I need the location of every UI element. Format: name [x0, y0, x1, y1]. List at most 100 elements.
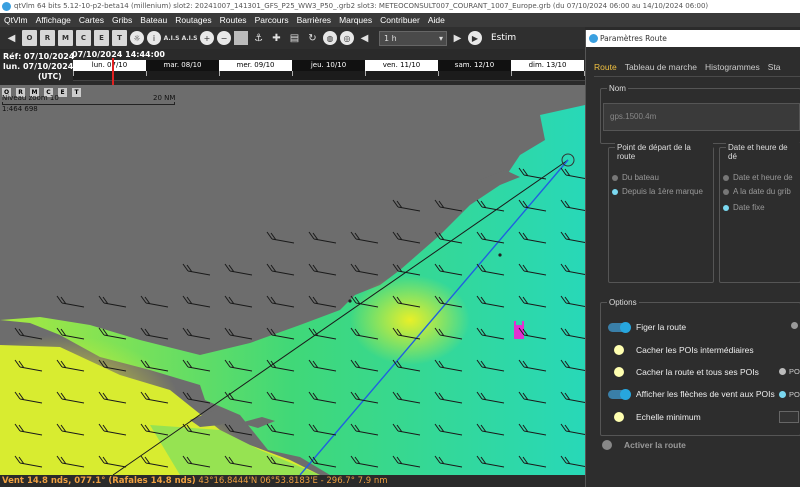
tab-route[interactable]: Route [594, 62, 617, 72]
tick [146, 71, 147, 76]
day-segment[interactable]: jeu. 10/10 [292, 60, 365, 71]
route-name-field[interactable]: gps.1500.4m [603, 103, 800, 131]
date-option-fixed[interactable]: Date fixe [723, 203, 765, 212]
option-min-scale-label: Echelle minimum [636, 412, 701, 422]
tick [438, 71, 439, 76]
start-from-first-mark[interactable]: Depuis la 1ère marque [612, 187, 703, 196]
date-option-grib[interactable]: A la date du grib [723, 187, 791, 196]
reference-date: Réf: 07/10/2024 [3, 52, 75, 61]
start-from-boat[interactable]: Du bateau [612, 173, 659, 182]
radio-icon [612, 174, 618, 181]
boat-icon[interactable]: ⚓ [251, 30, 266, 46]
cursor-time: 07/10/2024 14:44:00 [72, 50, 165, 59]
prev-step-icon[interactable]: ◀ [357, 30, 372, 46]
refresh-icon[interactable]: ↻ [305, 30, 320, 46]
day-bar[interactable]: lun. 07/10 mar. 08/10 mer. 09/10 jeu. 10… [73, 60, 585, 71]
toggle-o-button[interactable]: O [22, 30, 37, 46]
menu-routes[interactable]: Routes [220, 15, 247, 25]
tab-stats[interactable]: Sta [768, 62, 781, 72]
tab-tableau-de-marche[interactable]: Tableau de marche [625, 62, 697, 72]
side-toggle[interactable] [791, 322, 798, 329]
map-view[interactable]: O R M C E T Niveau zoom 10 20 NM 1:464 6… [0, 85, 585, 475]
option-hide-route[interactable]: Cacher la route et tous ses POIs [608, 367, 759, 377]
day-segment[interactable]: dim. 13/10 [511, 60, 584, 71]
menu-affichage[interactable]: Affichage [36, 15, 71, 25]
day-segment[interactable]: mer. 09/10 [219, 60, 292, 71]
time-cursor[interactable] [112, 58, 114, 85]
date-option-now[interactable]: Date et heure de [723, 173, 793, 182]
mark-icon[interactable]: ✚ [269, 30, 284, 46]
radio-icon [723, 204, 729, 211]
toggle-r-button[interactable]: R [40, 30, 55, 46]
toggle-c-button[interactable]: C [76, 30, 91, 46]
toggle-t-button[interactable]: T [112, 30, 127, 46]
toggle-switch[interactable] [608, 388, 631, 400]
toggle-m-button[interactable]: M [58, 30, 73, 46]
tick [365, 71, 366, 76]
option-wind-arrows[interactable]: Afficher les flèches de vent aux POIs [608, 388, 775, 400]
back-arrow-icon[interactable]: ◀ [4, 30, 19, 46]
toggle-e-button[interactable]: E [94, 30, 109, 46]
menu-cartes[interactable]: Cartes [79, 15, 104, 25]
menu-barrieres[interactable]: Barrières [297, 15, 331, 25]
side-radio[interactable] [779, 391, 786, 398]
menu-qtvlm[interactable]: QtVlm [4, 15, 28, 25]
timeline[interactable]: Réf: 07/10/2024 lun. 07/10/2024 (UTC) 07… [0, 49, 585, 85]
menu-marques[interactable]: Marques [339, 15, 372, 25]
next-step-icon[interactable]: ▶ [450, 30, 465, 46]
menu-bateau[interactable]: Bateau [140, 15, 167, 25]
activate-route[interactable]: Activer la route [602, 440, 686, 450]
min-scale-field[interactable] [779, 411, 799, 423]
legend-e: E [58, 88, 67, 97]
option-min-scale[interactable]: Echelle minimum [608, 412, 701, 422]
toggle-switch[interactable] [614, 367, 624, 377]
side-label-po: PO [789, 367, 800, 376]
ais-button[interactable]: A.I.S [164, 30, 180, 46]
play-icon[interactable]: ▶ [468, 31, 482, 45]
zoom-in-icon[interactable]: + [200, 31, 214, 45]
route-poi[interactable] [348, 299, 352, 303]
position-status: 43°16.8444'N 06°53.8183'E - 296.7° 7.9 n… [198, 476, 388, 486]
time-step-select[interactable]: 1 h [379, 30, 447, 46]
toolbar: ◀ O R M C E T ☼ i A.I.S A.I.S + − ⚓ ✚ ▤ … [0, 27, 585, 49]
toggle-switch[interactable] [608, 321, 631, 333]
status-bar: Vent 14.8 nds, 077.1° (Rafales 14.8 nds)… [0, 475, 585, 487]
info-icon[interactable]: i [147, 31, 161, 45]
day-segment[interactable]: ven. 11/10 [365, 60, 438, 71]
menu-routages[interactable]: Routages [175, 15, 211, 25]
globe-icon[interactable]: ◍ [323, 31, 337, 45]
radio-icon [723, 188, 729, 195]
toggle-switch[interactable] [614, 412, 624, 422]
select-zone-icon[interactable] [234, 31, 248, 45]
option-hide-intermediate-pois[interactable]: Cacher les POIs intermédiaires [608, 345, 754, 355]
side-radio[interactable] [779, 368, 786, 375]
option-freeze-route-label: Figer la route [636, 322, 687, 332]
map-canvas[interactable] [0, 85, 585, 475]
toggle-switch[interactable] [614, 345, 624, 355]
ais-filter-button[interactable]: A.I.S [182, 30, 198, 46]
zoom-level: Niveau zoom 10 [2, 94, 59, 102]
current-icon[interactable]: ◎ [340, 31, 354, 45]
start-point-group: Point de départ de la route [608, 143, 714, 283]
day-segment[interactable]: mar. 08/10 [146, 60, 219, 71]
menu-aide[interactable]: Aide [428, 15, 445, 25]
menu-gribs[interactable]: Gribs [112, 15, 132, 25]
estimate-label: Estim [491, 33, 517, 43]
dialog-title-bar[interactable]: Paramètres Route [586, 30, 800, 47]
app-icon [589, 34, 598, 43]
tab-histogrammes[interactable]: Histogrammes [705, 62, 760, 72]
day-segment[interactable]: sam. 12/10 [438, 60, 511, 71]
menu-bar: QtVlm Affichage Cartes Gribs Bateau Rout… [0, 13, 800, 27]
menu-contribuer[interactable]: Contribuer [380, 15, 420, 25]
option-freeze-route[interactable]: Figer la route [608, 321, 687, 333]
menu-parcours[interactable]: Parcours [255, 15, 289, 25]
route-poi[interactable] [498, 253, 502, 257]
toggle-switch[interactable] [602, 440, 612, 450]
wind-icon[interactable]: ☼ [130, 31, 144, 45]
legend-t: T [72, 88, 81, 97]
grib-icon[interactable]: ▤ [287, 30, 302, 46]
date-group: Date et heure de dé [719, 143, 800, 283]
zoom-out-icon[interactable]: − [217, 31, 231, 45]
time-ticks[interactable] [73, 71, 585, 81]
day-segment[interactable]: lun. 07/10 [73, 60, 146, 71]
